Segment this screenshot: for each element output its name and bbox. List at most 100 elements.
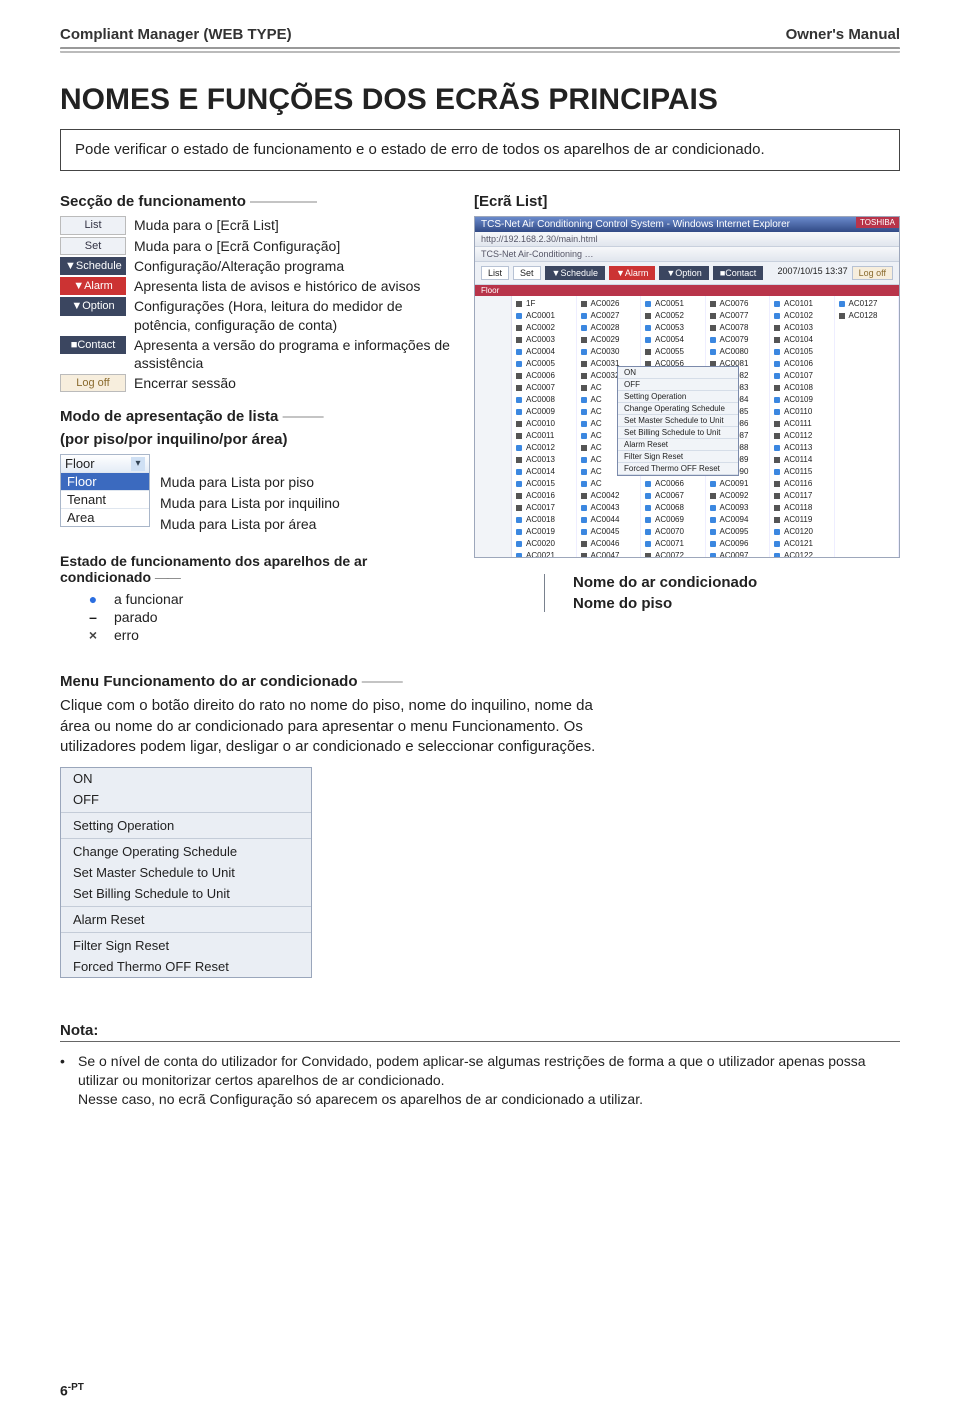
shot-ctx-item[interactable]: Set Billing Schedule to Unit — [618, 427, 738, 439]
shot-cell[interactable]: AC0052 — [645, 310, 701, 322]
shot-cell[interactable]: AC0005 — [516, 358, 572, 370]
func-chip[interactable]: Log off — [60, 374, 126, 392]
func-chip[interactable]: ▼Schedule — [60, 257, 126, 275]
shot-cell[interactable]: AC0001 — [516, 310, 572, 322]
shot-cell[interactable]: AC0014 — [516, 466, 572, 478]
shot-btn-set[interactable]: Set — [513, 266, 541, 280]
shot-cell[interactable]: AC0043 — [581, 502, 637, 514]
shot-cell[interactable]: AC0029 — [581, 334, 637, 346]
shot-cell[interactable]: AC0019 — [516, 526, 572, 538]
shot-cell[interactable]: AC0105 — [774, 346, 830, 358]
shot-cell[interactable]: AC0122 — [774, 550, 830, 558]
shot-cell[interactable]: AC0080 — [710, 346, 766, 358]
context-menu-item[interactable]: OFF — [61, 789, 311, 810]
shot-ctx-item[interactable]: Forced Thermo OFF Reset — [618, 463, 738, 475]
shot-cell[interactable]: AC0013 — [516, 454, 572, 466]
shot-cell[interactable]: AC0120 — [774, 526, 830, 538]
shot-cell[interactable]: AC0051 — [645, 298, 701, 310]
shot-cell[interactable]: AC0042 — [581, 490, 637, 502]
shot-btn-option[interactable]: ▼Option — [659, 266, 708, 280]
shot-cell[interactable]: AC0067 — [645, 490, 701, 502]
shot-cell[interactable]: AC0103 — [774, 322, 830, 334]
shot-btn-schedule[interactable]: ▼Schedule — [545, 266, 605, 280]
shot-cell[interactable]: AC0008 — [516, 394, 572, 406]
shot-cell[interactable]: AC0068 — [645, 502, 701, 514]
context-menu-item[interactable]: Set Master Schedule to Unit — [61, 862, 311, 883]
shot-cell[interactable]: AC0002 — [516, 322, 572, 334]
floor-dropdown[interactable]: Floor ▾ Floor Tenant Area — [60, 454, 150, 527]
shot-cell[interactable]: AC0111 — [774, 418, 830, 430]
shot-cell[interactable]: AC0045 — [581, 526, 637, 538]
shot-cell[interactable]: AC0104 — [774, 334, 830, 346]
context-menu[interactable]: ONOFFSetting OperationChange Operating S… — [60, 767, 312, 978]
shot-cell[interactable]: AC0101 — [774, 298, 830, 310]
shot-context-menu[interactable]: ONOFFSetting OperationChange Operating S… — [617, 366, 739, 476]
dropdown-option-area[interactable]: Area — [61, 508, 149, 526]
shot-cell[interactable]: AC0069 — [645, 514, 701, 526]
context-menu-item[interactable]: Setting Operation — [61, 815, 311, 836]
shot-cell[interactable]: AC0096 — [710, 538, 766, 550]
dropdown-option-floor[interactable]: Floor — [61, 472, 149, 490]
shot-cell[interactable]: AC0070 — [645, 526, 701, 538]
shot-cell[interactable]: AC0077 — [710, 310, 766, 322]
shot-cell[interactable]: AC0092 — [710, 490, 766, 502]
shot-ctx-item[interactable]: OFF — [618, 379, 738, 391]
shot-cell[interactable]: AC0097 — [710, 550, 766, 558]
func-chip[interactable]: ▼Alarm — [60, 277, 126, 295]
shot-cell[interactable]: AC0108 — [774, 382, 830, 394]
shot-ctx-item[interactable]: Alarm Reset — [618, 439, 738, 451]
shot-cell[interactable]: AC0121 — [774, 538, 830, 550]
shot-cell[interactable]: AC0017 — [516, 502, 572, 514]
shot-cell[interactable]: AC0117 — [774, 490, 830, 502]
func-chip[interactable]: ■Contact — [60, 336, 126, 354]
shot-cell[interactable]: AC0107 — [774, 370, 830, 382]
shot-cell[interactable]: AC0072 — [645, 550, 701, 558]
shot-cell[interactable]: AC0012 — [516, 442, 572, 454]
shot-btn-alarm[interactable]: ▼Alarm — [609, 266, 655, 280]
shot-cell[interactable]: AC0076 — [710, 298, 766, 310]
context-menu-item[interactable]: ON — [61, 768, 311, 789]
context-menu-item[interactable]: Filter Sign Reset — [61, 935, 311, 956]
shot-cell[interactable]: AC0053 — [645, 322, 701, 334]
shot-btn-contact[interactable]: ■Contact — [713, 266, 763, 280]
shot-cell[interactable]: AC0094 — [710, 514, 766, 526]
shot-cell[interactable]: AC0118 — [774, 502, 830, 514]
shot-cell[interactable]: AC0113 — [774, 442, 830, 454]
context-menu-item[interactable]: Forced Thermo OFF Reset — [61, 956, 311, 977]
shot-cell[interactable]: AC0010 — [516, 418, 572, 430]
dropdown-option-tenant[interactable]: Tenant — [61, 490, 149, 508]
shot-cell[interactable]: AC0078 — [710, 322, 766, 334]
shot-cell[interactable]: AC0003 — [516, 334, 572, 346]
shot-cell[interactable]: AC0114 — [774, 454, 830, 466]
shot-cell[interactable]: AC0110 — [774, 406, 830, 418]
shot-cell[interactable]: AC0021 — [516, 550, 572, 558]
shot-ctx-item[interactable]: Set Master Schedule to Unit — [618, 415, 738, 427]
shot-cell[interactable]: AC0079 — [710, 334, 766, 346]
shot-cell[interactable]: AC0018 — [516, 514, 572, 526]
shot-cell[interactable]: AC0066 — [645, 478, 701, 490]
shot-cell[interactable]: AC0112 — [774, 430, 830, 442]
shot-cell[interactable]: AC0116 — [774, 478, 830, 490]
context-menu-item[interactable]: Alarm Reset — [61, 909, 311, 930]
shot-cell[interactable]: AC0054 — [645, 334, 701, 346]
shot-cell[interactable]: AC — [581, 478, 637, 490]
shot-cell[interactable]: AC0055 — [645, 346, 701, 358]
shot-ctx-item[interactable]: Setting Operation — [618, 391, 738, 403]
shot-cell[interactable]: AC0004 — [516, 346, 572, 358]
shot-cell[interactable]: AC0009 — [516, 406, 572, 418]
shot-cell[interactable]: AC0046 — [581, 538, 637, 550]
shot-cell[interactable]: AC0015 — [516, 478, 572, 490]
shot-cell[interactable]: AC0011 — [516, 430, 572, 442]
shot-cell[interactable]: AC0106 — [774, 358, 830, 370]
shot-btn-list[interactable]: List — [481, 266, 509, 280]
shot-cell[interactable]: AC0044 — [581, 514, 637, 526]
shot-btn-logoff[interactable]: Log off — [852, 266, 893, 280]
shot-cell[interactable]: AC0028 — [581, 322, 637, 334]
shot-cell[interactable]: AC0102 — [774, 310, 830, 322]
shot-cell[interactable]: AC0127 — [839, 298, 895, 310]
shot-cell[interactable]: AC0007 — [516, 382, 572, 394]
shot-ctx-item[interactable]: Filter Sign Reset — [618, 451, 738, 463]
shot-cell[interactable]: AC0109 — [774, 394, 830, 406]
shot-cell[interactable]: AC0047 — [581, 550, 637, 558]
shot-cell[interactable]: AC0030 — [581, 346, 637, 358]
